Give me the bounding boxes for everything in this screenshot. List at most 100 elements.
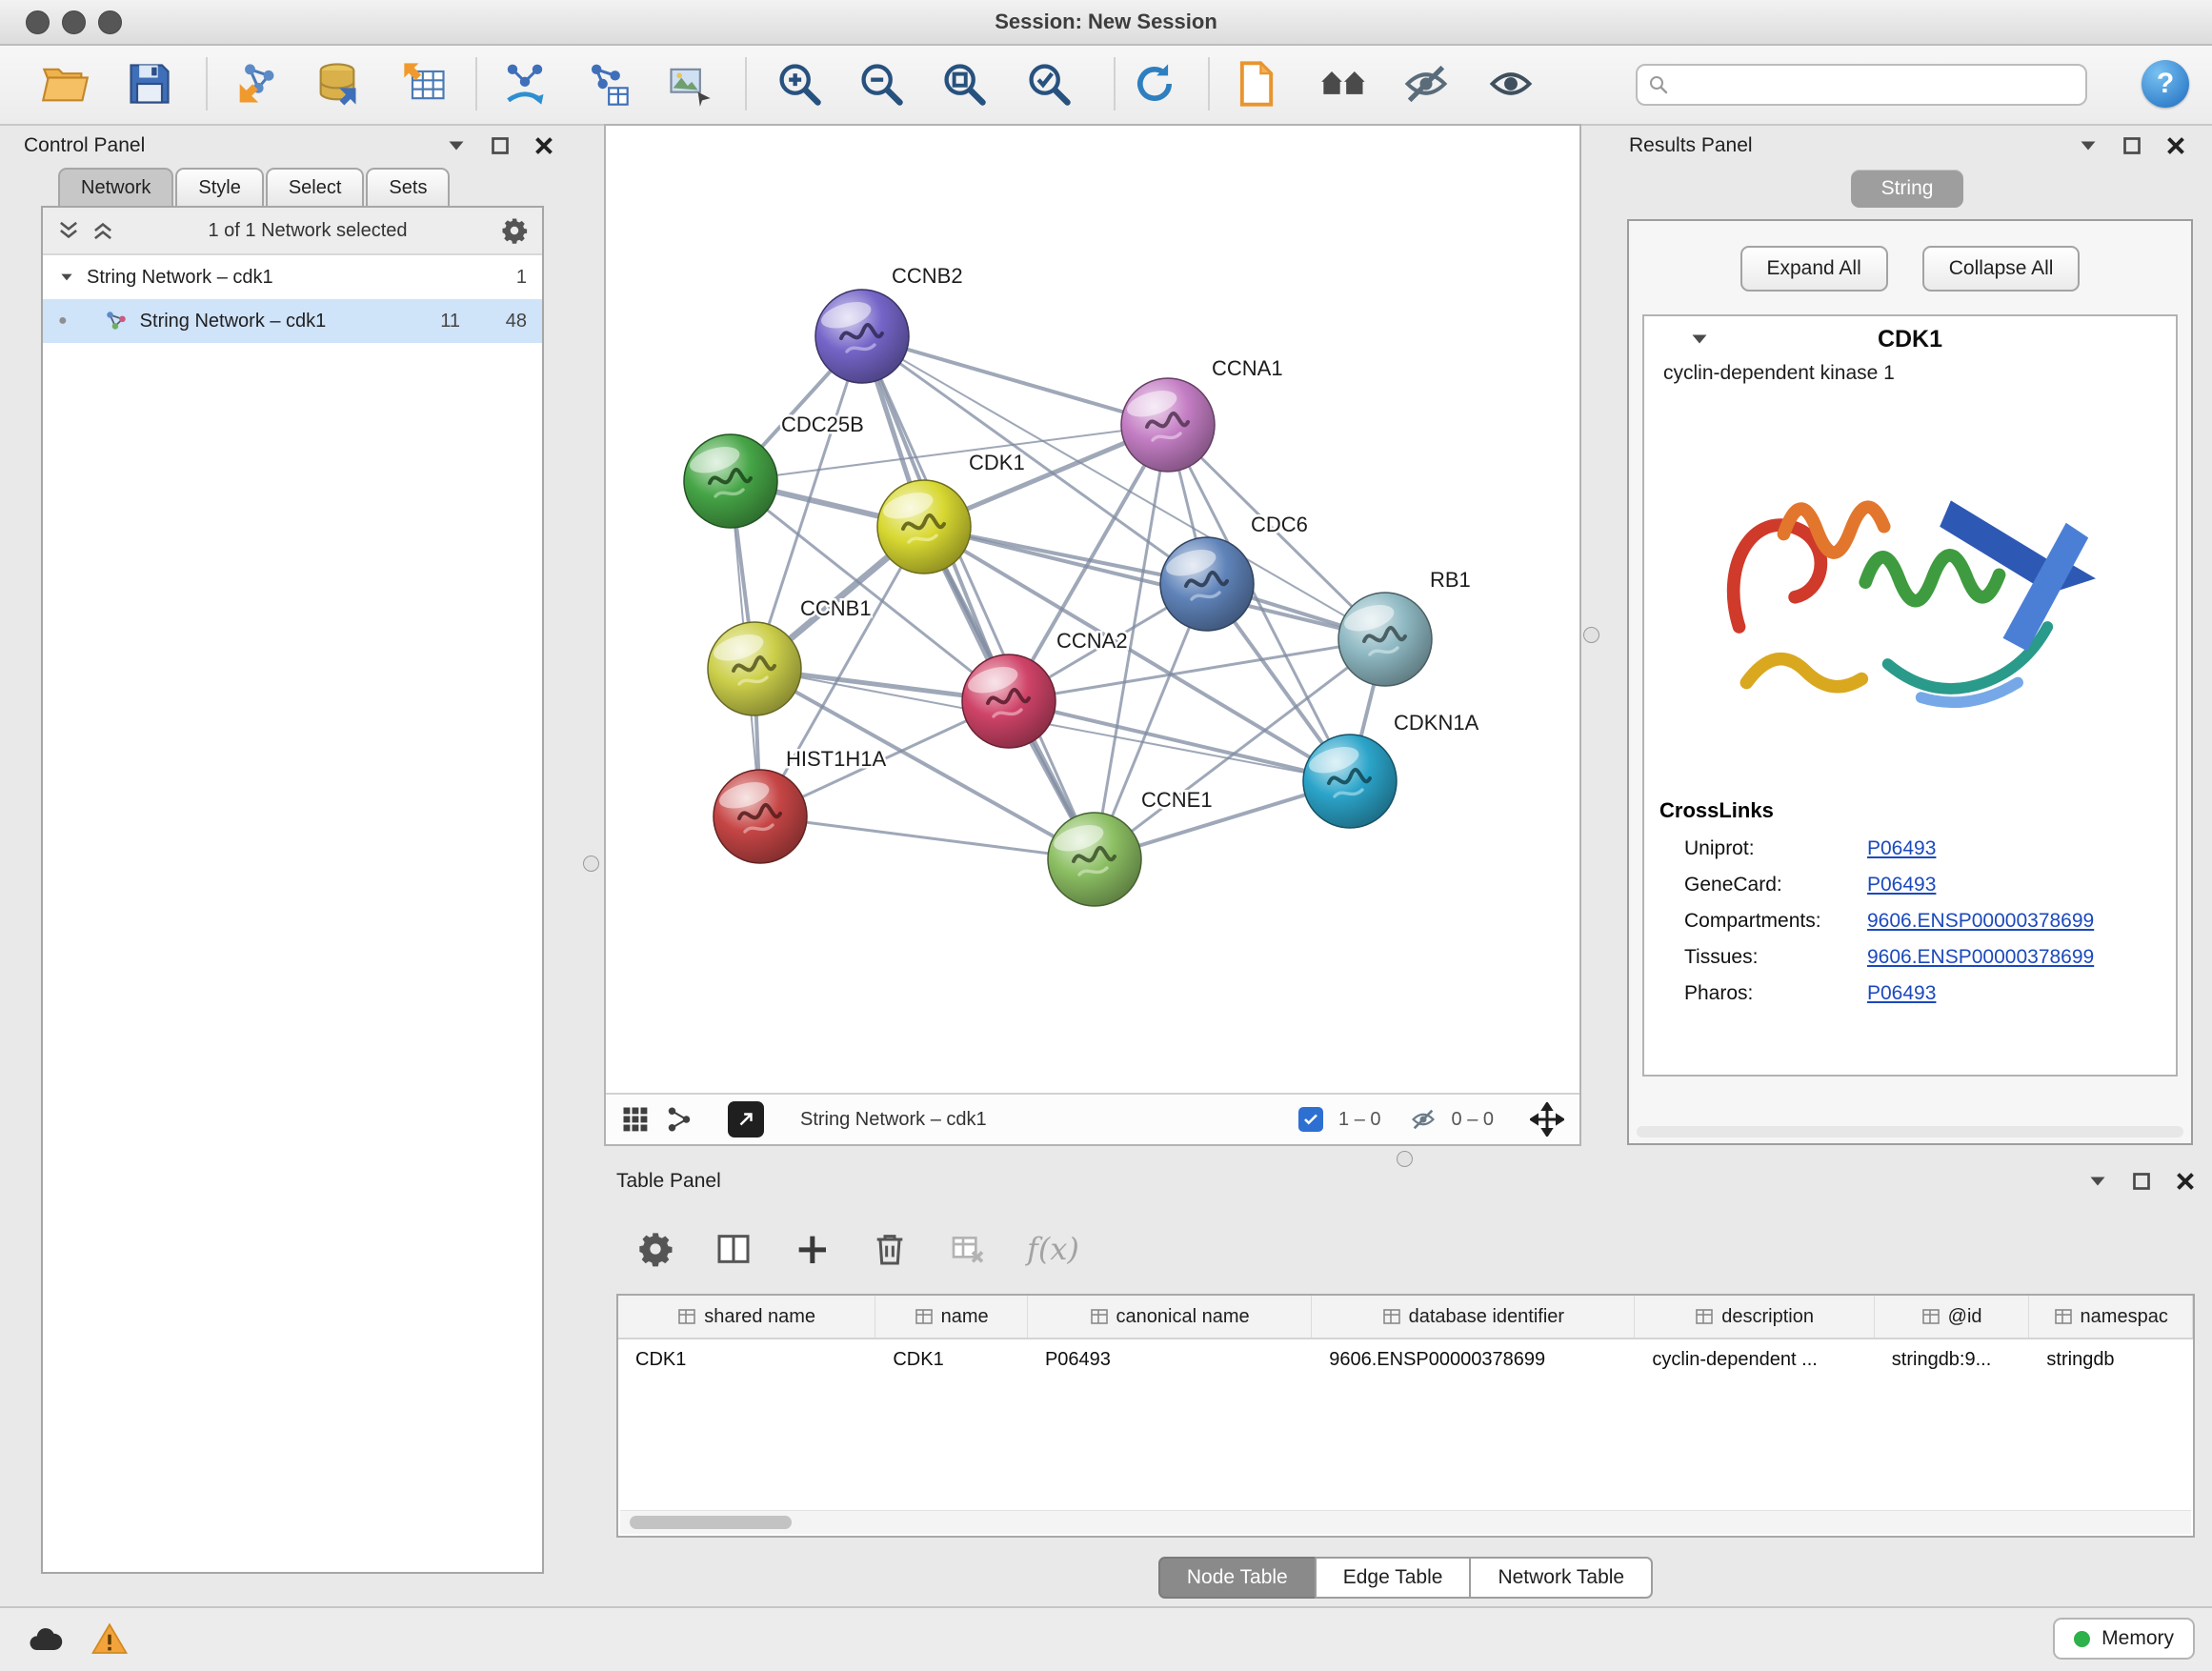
table-cell[interactable]: CDK1 (875, 1339, 1028, 1379)
pan-move-icon[interactable] (1530, 1102, 1564, 1137)
network-edge[interactable] (760, 816, 1095, 859)
network-node-ccnb2[interactable] (815, 290, 909, 383)
tab-network[interactable]: Network (58, 168, 173, 208)
tab-node-table[interactable]: Node Table (1158, 1557, 1317, 1599)
expand-all-icon[interactable] (56, 218, 81, 243)
network-node-cdkn1a[interactable] (1303, 735, 1397, 828)
table-horizontal-scrollbar[interactable] (620, 1510, 2191, 1534)
crosslink-link[interactable]: P06493 (1867, 874, 1936, 896)
network-node-cdk1[interactable] (877, 480, 971, 574)
crosslink-link[interactable]: P06493 (1867, 837, 1936, 860)
import-table-icon[interactable] (400, 59, 450, 109)
network-row[interactable]: ● String Network – cdk1 11 48 (43, 299, 542, 343)
network-collection-row[interactable]: String Network – cdk1 1 (43, 255, 542, 299)
network-node-cdc25b[interactable] (684, 434, 777, 528)
column-header-database-identifier[interactable]: database identifier (1312, 1296, 1635, 1338)
network-from-table-icon[interactable] (582, 59, 632, 109)
document-icon[interactable] (1232, 59, 1281, 109)
delete-column-icon[interactable] (871, 1230, 909, 1268)
tab-style[interactable]: Style (175, 168, 263, 208)
table-row[interactable]: CDK1CDK1P064939606.ENSP00000378699cyclin… (618, 1339, 2193, 1379)
add-column-icon[interactable] (793, 1230, 831, 1268)
minimize-window-button[interactable] (62, 10, 86, 34)
network-edge[interactable] (924, 527, 1385, 639)
section-collapse-icon[interactable] (1688, 328, 1711, 351)
crosslink-link[interactable]: 9606.ENSP00000378699 (1867, 946, 2094, 969)
open-session-icon[interactable] (40, 59, 90, 109)
hidden-eye-icon[interactable] (1410, 1106, 1437, 1133)
warning-icon[interactable] (90, 1620, 130, 1660)
column-header-description[interactable]: description (1635, 1296, 1874, 1338)
zoom-selected-icon[interactable] (1024, 59, 1074, 109)
import-network-database-icon[interactable] (312, 59, 362, 109)
panel-close-icon[interactable] (533, 134, 555, 157)
table-cell[interactable]: P06493 (1028, 1339, 1312, 1379)
cloud-icon[interactable] (25, 1619, 67, 1661)
collapse-all-icon[interactable] (90, 218, 115, 243)
hide-eye-icon[interactable] (1401, 59, 1451, 109)
network-node-ccnb1[interactable] (708, 622, 801, 715)
scrollbar-thumb[interactable] (630, 1516, 792, 1529)
homes-icon[interactable] (1319, 59, 1369, 109)
grid-view-icon[interactable] (621, 1105, 650, 1134)
zoom-in-icon[interactable] (774, 59, 824, 109)
close-window-button[interactable] (26, 10, 50, 34)
show-columns-icon[interactable] (714, 1230, 753, 1268)
network-node-ccne1[interactable] (1048, 813, 1141, 906)
right-splitter-grip[interactable] (1583, 627, 1599, 643)
table-cell[interactable]: stringdb:9... (1875, 1339, 2030, 1379)
network-node-hist1h1a[interactable] (714, 770, 807, 863)
column-header-canonical-name[interactable]: canonical name (1028, 1296, 1312, 1338)
tree-expander-icon[interactable] (58, 269, 75, 286)
search-input[interactable] (1670, 73, 2076, 97)
table-cell[interactable]: CDK1 (618, 1339, 875, 1379)
column-header-namespac[interactable]: namespac (2029, 1296, 2193, 1338)
import-network-file-icon[interactable] (231, 59, 281, 109)
panel-maximize-icon[interactable] (2130, 1170, 2153, 1193)
table-cell[interactable]: 9606.ENSP00000378699 (1312, 1339, 1635, 1379)
crosslink-link[interactable]: 9606.ENSP00000378699 (1867, 910, 2094, 933)
help-button[interactable]: ? (2142, 60, 2189, 108)
crosslink-link[interactable]: P06493 (1867, 982, 1936, 1005)
table-settings-gear-icon[interactable] (636, 1230, 674, 1268)
save-session-icon[interactable] (125, 59, 174, 109)
refresh-icon[interactable] (1130, 59, 1179, 109)
panel-maximize-icon[interactable] (489, 134, 512, 157)
show-eye-icon[interactable] (1486, 59, 1536, 109)
panel-maximize-icon[interactable] (2121, 134, 2143, 157)
zoom-out-icon[interactable] (856, 59, 906, 109)
results-horizontal-scrollbar[interactable] (1637, 1126, 2183, 1137)
memory-button[interactable]: Memory (2053, 1618, 2195, 1660)
bottom-splitter-grip[interactable] (1397, 1151, 1413, 1167)
network-node-rb1[interactable] (1338, 593, 1432, 686)
gear-icon[interactable] (500, 216, 529, 245)
search-box[interactable] (1636, 64, 2087, 106)
selection-checkbox[interactable] (1298, 1107, 1323, 1132)
zoom-window-button[interactable] (98, 10, 122, 34)
panel-float-icon[interactable] (2086, 1170, 2109, 1193)
table-cell[interactable]: stringdb (2029, 1339, 2193, 1379)
expand-all-button[interactable]: Expand All (1740, 246, 1888, 292)
collapse-all-button[interactable]: Collapse All (1922, 246, 2081, 292)
export-image-icon[interactable] (665, 59, 714, 109)
tab-string[interactable]: String (1851, 170, 1963, 208)
network-node-cdc6[interactable] (1160, 537, 1254, 631)
delete-table-icon[interactable] (949, 1230, 987, 1268)
tab-network-table[interactable]: Network Table (1469, 1557, 1653, 1599)
annotation-mode-button[interactable] (728, 1101, 764, 1137)
tab-edge-table[interactable]: Edge Table (1315, 1557, 1472, 1599)
network-edge[interactable] (862, 336, 1168, 425)
network-canvas[interactable]: CCNB2CCNA1CDC25BCDK1CDC6RB1CCNB1CCNA2CDK… (606, 126, 1579, 1093)
table-cell[interactable]: cyclin-dependent ... (1635, 1339, 1874, 1379)
panel-close-icon[interactable] (2174, 1170, 2197, 1193)
column-header-shared-name[interactable]: shared name (618, 1296, 875, 1338)
column-header-name[interactable]: name (875, 1296, 1028, 1338)
column-header-@id[interactable]: @id (1875, 1296, 2030, 1338)
network-view[interactable]: CCNB2CCNA1CDC25BCDK1CDC6RB1CCNB1CCNA2CDK… (604, 124, 1581, 1146)
network-edge[interactable] (862, 336, 1095, 859)
share-view-icon[interactable] (665, 1105, 694, 1134)
panel-float-icon[interactable] (2077, 134, 2100, 157)
network-node-ccna1[interactable] (1121, 378, 1215, 472)
zoom-fit-icon[interactable] (939, 59, 989, 109)
function-builder-icon[interactable]: f(x) (1027, 1231, 1079, 1267)
